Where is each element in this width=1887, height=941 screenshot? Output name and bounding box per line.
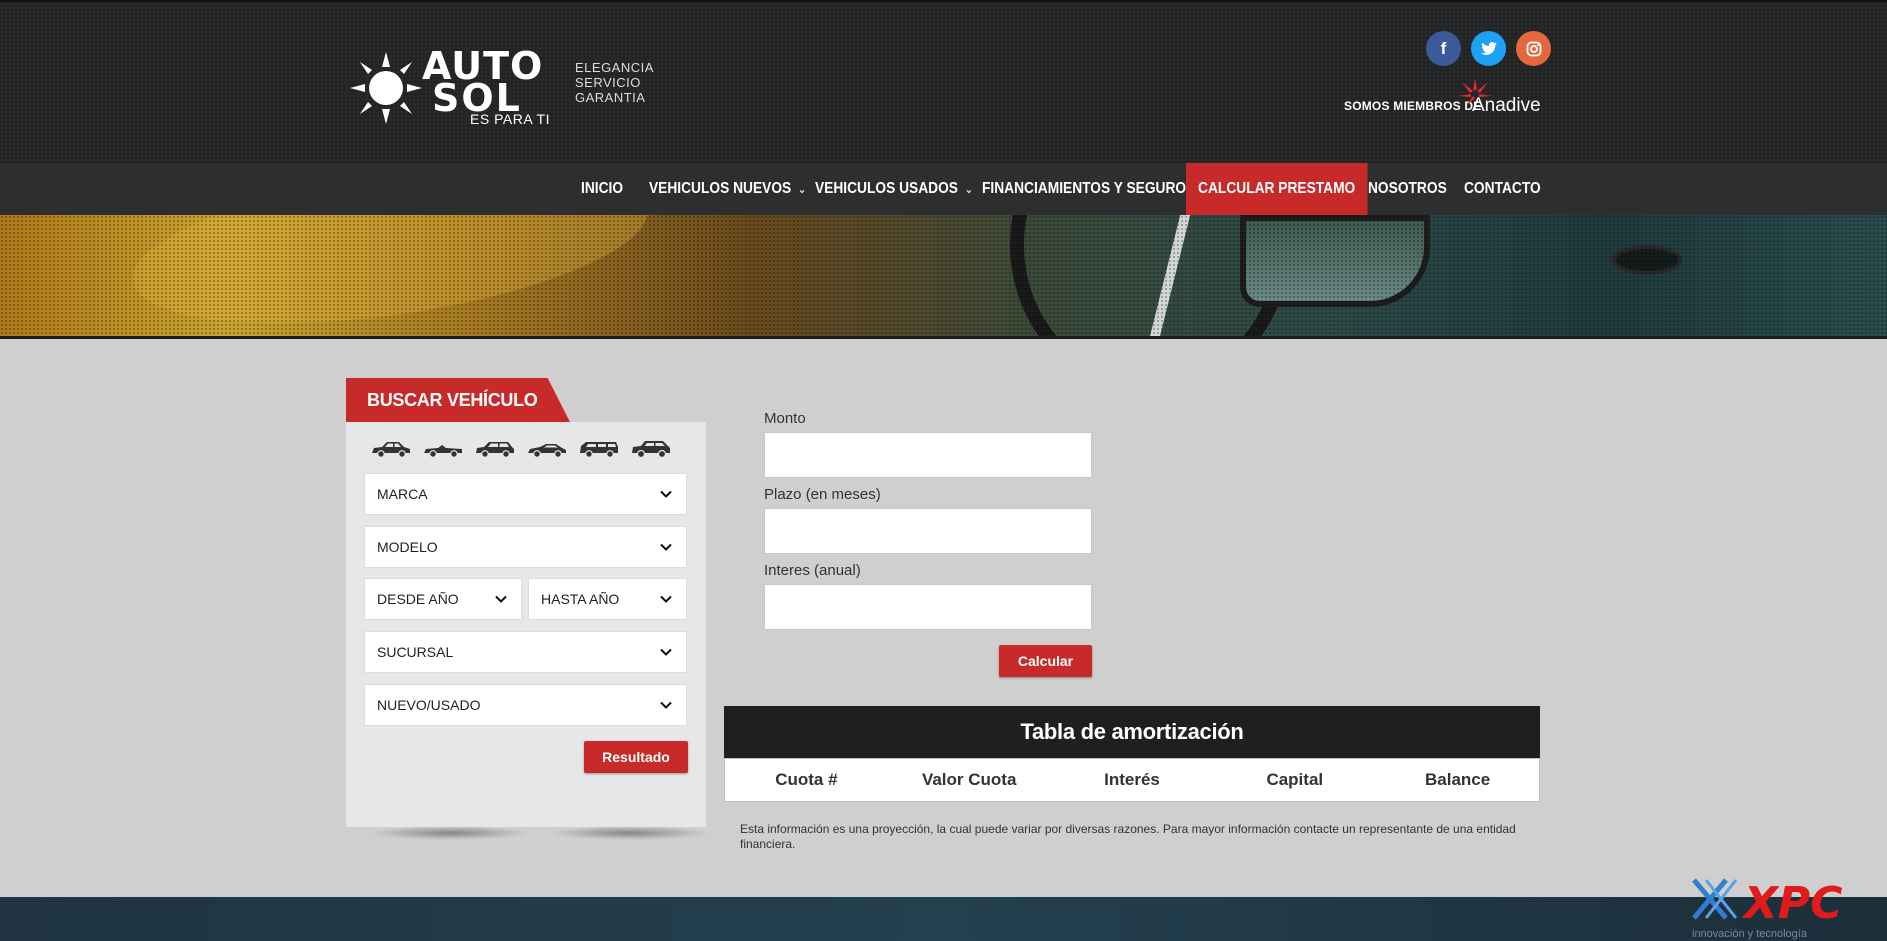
logo-slogan: ELEGANCIA SERVICIO GARANTIA (575, 60, 654, 105)
sucursal-select[interactable]: SUCURSAL (364, 631, 687, 673)
facebook-icon[interactable]: f (1426, 31, 1461, 66)
monto-label: Monto (764, 410, 806, 427)
nav-vehiculos-usados[interactable]: VEHICULOS USADOS ⌄ (815, 163, 973, 215)
nav-vehiculos-nuevos[interactable]: VEHICULOS NUEVOS ⌄ (649, 163, 806, 215)
monto-input[interactable] (764, 432, 1092, 478)
slogan-word: ELEGANCIA (575, 60, 654, 75)
modelo-select[interactable]: MODELO (364, 526, 687, 568)
instagram-glyph-icon (1526, 41, 1541, 56)
sedan-icon[interactable] (370, 440, 412, 458)
desde-ano-select[interactable]: DESDE AÑO (364, 578, 522, 620)
sun-icon (350, 52, 422, 124)
anadive-logo[interactable]: Anadive (1472, 95, 1541, 117)
nav-financiamientos-seguros[interactable]: FINANCIAMIENTOS Y SEGUROS (982, 163, 1195, 215)
site-footer (0, 897, 1887, 941)
column-header: Valor Cuota (921, 770, 1017, 789)
van-icon[interactable] (578, 440, 620, 458)
instagram-icon[interactable] (1516, 31, 1551, 66)
chevron-down-icon (660, 648, 672, 656)
nuevo-usado-select[interactable]: NUEVO/USADO (364, 684, 687, 726)
slogan-word: GARANTIA (575, 90, 646, 105)
column-header: Balance (1424, 770, 1491, 789)
chevron-down-icon (660, 543, 672, 551)
nav-contacto[interactable]: CONTACTO (1464, 163, 1541, 215)
slogan-word: SERVICIO (575, 75, 641, 90)
twitter-icon[interactable] (1471, 31, 1506, 66)
hero-banner (0, 215, 1887, 339)
xpc-tagline: innovación y tecnología (1692, 928, 1807, 940)
calcular-button[interactable]: Calcular (999, 645, 1092, 677)
banner-overlay (0, 215, 1887, 336)
autosol-logo[interactable]: AUTO SOL ES PARA TI ELEGANCIA SERVICIO G… (350, 47, 680, 128)
disclaimer-text: Esta información es una proyección, la c… (740, 822, 1516, 851)
marca-select[interactable]: MARCA (364, 473, 687, 515)
site-header: AUTO SOL ES PARA TI ELEGANCIA SERVICIO G… (0, 0, 1887, 164)
select-value: DESDE AÑO (377, 591, 459, 607)
column-header: Interés (1104, 770, 1160, 789)
panel-shadow (550, 826, 710, 840)
select-value: MODELO (377, 539, 438, 555)
xpc-text: XPC (1741, 878, 1842, 929)
convertible-icon[interactable] (422, 440, 464, 458)
main-nav: INICIO VEHICULOS NUEVOS ⌄ VEHICULOS USADO… (0, 163, 1887, 215)
search-panel-title: BUSCAR VEHÍCULO (346, 378, 570, 422)
chevron-down-icon (660, 490, 672, 498)
select-value: HASTA AÑO (541, 591, 620, 607)
resultado-button[interactable]: Resultado (584, 741, 688, 773)
chevron-down-icon: ⌄ (964, 184, 973, 196)
xpc-logo[interactable]: XPC (1692, 876, 1887, 936)
suv-icon[interactable] (630, 440, 672, 458)
select-value: MARCA (377, 486, 428, 502)
chevron-down-icon (660, 595, 672, 603)
nav-calcular-prestamo[interactable]: CALCULAR PRESTAMO (1186, 163, 1368, 215)
hatchback-icon[interactable] (474, 440, 516, 458)
column-header: Cuota # (775, 770, 838, 789)
nav-nosotros[interactable]: NOSOTROS (1368, 163, 1447, 215)
chevron-down-icon: ⌄ (798, 184, 807, 196)
hasta-ano-select[interactable]: HASTA AÑO (528, 578, 687, 620)
plazo-label: Plazo (en meses) (764, 486, 881, 503)
logo-tagline: ES PARA TI (470, 111, 550, 127)
select-value: SUCURSAL (377, 644, 454, 660)
nav-label: VEHICULOS NUEVOS (649, 180, 792, 197)
chevron-down-icon (660, 701, 672, 709)
nav-inicio[interactable]: INICIO (581, 163, 623, 215)
interes-input[interactable] (764, 584, 1092, 630)
amortization-table-header: Cuota # Valor Cuota Interés Capital Bala… (724, 758, 1540, 802)
select-value: NUEVO/USADO (377, 697, 481, 713)
plazo-input[interactable] (764, 508, 1092, 554)
nav-label: VEHICULOS USADOS (815, 180, 958, 197)
twitter-bird-icon (1480, 41, 1497, 55)
chevron-down-icon (495, 595, 507, 603)
coupe-icon[interactable] (526, 440, 568, 458)
amortization-table-title: Tabla de amortización (724, 706, 1540, 758)
panel-shadow (370, 826, 530, 840)
interes-label: Interes (anual) (764, 562, 861, 579)
column-header: Capital (1266, 770, 1324, 789)
